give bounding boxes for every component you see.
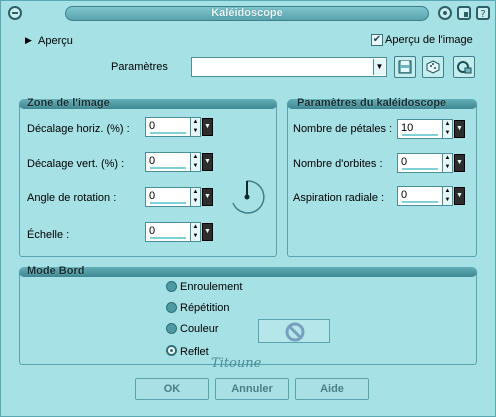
radio-color[interactable] (166, 323, 177, 334)
presets-label: Paramètres (111, 61, 168, 73)
save-icon[interactable] (394, 56, 416, 78)
scale-value[interactable]: 0 (145, 222, 191, 242)
orbits-spinner[interactable]: 0 ▲ ▼ ▼ (397, 153, 467, 173)
offset-y-spinner[interactable]: 0 ▲ ▼ ▼ (145, 152, 215, 172)
no-color-icon (285, 322, 305, 342)
chevron-down-icon[interactable]: ▼ (202, 223, 213, 241)
radial-suction-spinner[interactable]: 0 ▲ ▼ ▼ (397, 186, 467, 206)
help-icon[interactable]: ? (475, 5, 491, 21)
rotation-value[interactable]: 0 (145, 187, 191, 207)
chevron-down-icon[interactable]: ▼ (454, 154, 465, 172)
offset-y-label: Décalage vert. (%) : (27, 158, 125, 170)
spin-arrows-icon[interactable]: ▲ ▼ (191, 117, 201, 137)
orbits-value[interactable]: 0 (397, 153, 443, 173)
preview-expand-icon[interactable]: ▶ (25, 35, 32, 46)
signature-watermark: Titoune (211, 356, 262, 371)
preview-checkbox[interactable]: ✔ (371, 34, 383, 46)
save-preset-icon[interactable] (456, 5, 472, 21)
dialog-window: Kaléidoscope ? ▶ Aperçu ✔ Aperçu de l'im… (0, 0, 496, 417)
petals-spinner[interactable]: 10 ▲ ▼ ▼ (397, 119, 467, 139)
chevron-down-icon[interactable]: ▼ (202, 118, 213, 136)
radio-repeat[interactable] (166, 302, 177, 313)
chevron-down-icon[interactable]: ▼ (202, 153, 213, 171)
edge-mode-group-title: Mode Bord (27, 265, 85, 277)
cancel-button[interactable]: Annuler (215, 378, 289, 400)
radio-wrap[interactable] (166, 281, 177, 292)
radial-suction-value[interactable]: 0 (397, 186, 443, 206)
radio-repeat-label[interactable]: Répétition (180, 302, 230, 314)
radio-color-label[interactable]: Couleur (180, 323, 219, 335)
scale-label: Échelle : (27, 229, 70, 241)
radio-reflect[interactable] (166, 345, 177, 356)
petals-label: Nombre de pétales : (293, 123, 393, 135)
offset-y-value[interactable]: 0 (145, 152, 191, 172)
chevron-down-icon[interactable]: ▼ (202, 188, 213, 206)
chevron-down-icon[interactable]: ▼ (373, 59, 385, 75)
orbits-label: Nombre d'orbites : (293, 158, 383, 170)
radio-reflect-label[interactable]: Reflet (180, 346, 209, 358)
help-button[interactable]: Aide (295, 378, 369, 400)
petals-value[interactable]: 10 (397, 119, 443, 139)
scale-spinner[interactable]: 0 ▲ ▼ ▼ (145, 222, 215, 242)
rotation-spinner[interactable]: 0 ▲ ▼ ▼ (145, 187, 215, 207)
ok-button[interactable]: OK (135, 378, 209, 400)
window-title: Kaléidoscope (65, 6, 429, 21)
edge-mode-group-header (19, 267, 477, 277)
color-swatch[interactable] (258, 319, 330, 343)
reset-icon[interactable] (453, 56, 475, 78)
offset-x-label: Décalage horiz. (%) : (27, 123, 130, 135)
svg-text:?: ? (480, 9, 485, 20)
offset-x-spinner[interactable]: 0 ▲ ▼ ▼ (145, 117, 215, 137)
offset-x-value[interactable]: 0 (145, 117, 191, 137)
params-group-title: Paramètres du kaléidoscope (297, 97, 447, 109)
circle-icon[interactable] (437, 5, 453, 21)
presets-combo[interactable]: ▼ (191, 57, 387, 77)
spin-arrows-icon[interactable]: ▲ ▼ (443, 153, 453, 173)
spin-arrows-icon[interactable]: ▲ ▼ (191, 152, 201, 172)
title-bar: Kaléidoscope ? (1, 1, 495, 25)
window-menu-icon[interactable] (7, 5, 23, 21)
spin-arrows-icon[interactable]: ▲ ▼ (191, 222, 201, 242)
spin-arrows-icon[interactable]: ▲ ▼ (191, 187, 201, 207)
zone-group-title: Zone de l'image (27, 97, 110, 109)
rotation-dial-icon[interactable] (227, 177, 267, 217)
chevron-down-icon[interactable]: ▼ (454, 187, 465, 205)
preview-checkbox-label[interactable]: Aperçu de l'image (385, 34, 473, 46)
rotation-label: Angle de rotation : (27, 192, 117, 204)
preview-label[interactable]: Aperçu (38, 35, 73, 47)
spin-arrows-icon[interactable]: ▲ ▼ (443, 186, 453, 206)
edge-mode-group (19, 269, 477, 365)
radial-suction-label: Aspiration radiale : (293, 192, 385, 204)
chevron-down-icon[interactable]: ▼ (454, 120, 465, 138)
radio-wrap-label[interactable]: Enroulement (180, 281, 242, 293)
random-dice-icon[interactable] (422, 56, 444, 78)
spin-arrows-icon[interactable]: ▲ ▼ (443, 119, 453, 139)
